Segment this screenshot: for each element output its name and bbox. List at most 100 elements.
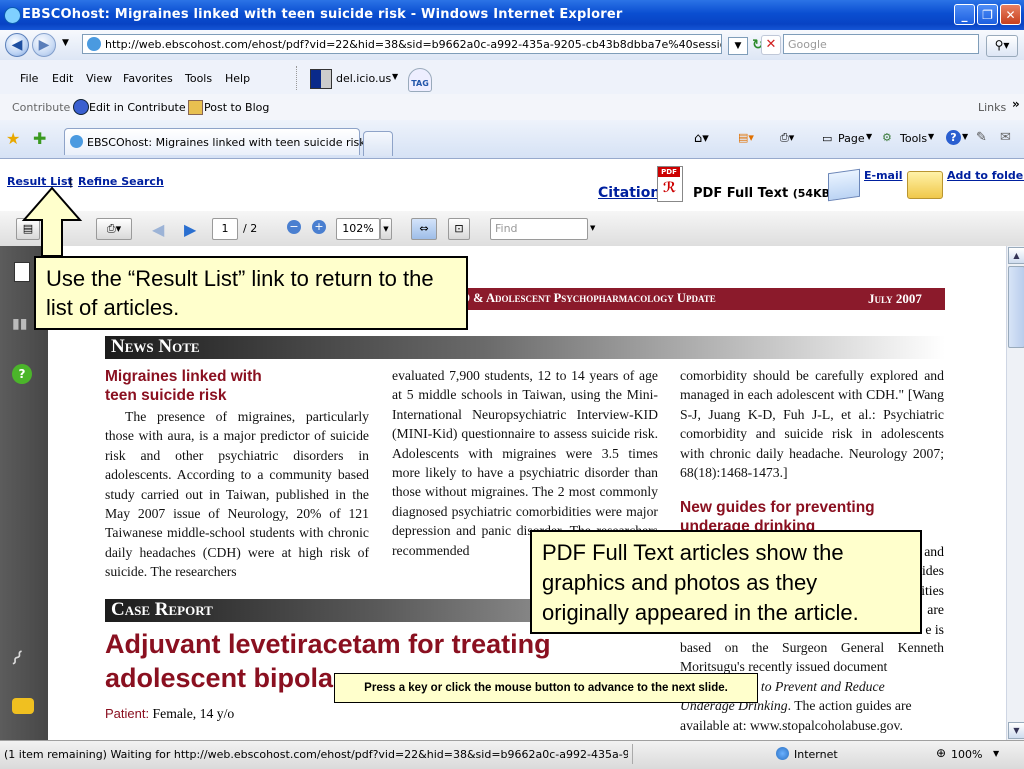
recent-pages-dropdown-icon[interactable]: ▼ <box>62 38 69 48</box>
restore-button[interactable]: ❐ <box>977 4 998 25</box>
menu-file[interactable]: File <box>20 72 38 85</box>
window-title: EBSCOhost: Migraines linked with teen su… <box>22 7 623 22</box>
stop-icon[interactable]: ✕ <box>761 35 781 55</box>
refine-search-link[interactable]: Refine Search <box>78 175 164 188</box>
address-input[interactable]: http://web.ebscohost.com/ehost/pdf?vid=2… <box>82 34 722 54</box>
contribute-toolbar: Contribute Edit in Contribute Post to Bl… <box>0 94 1024 121</box>
page-menu-button[interactable]: Page <box>838 132 865 145</box>
status-bar: (1 item remaining) Waiting for http://we… <box>0 740 1024 769</box>
favorites-star-icon[interactable]: ★ <box>6 129 20 148</box>
search-go-button[interactable]: ⚲▾ <box>986 35 1018 57</box>
attachments-icon[interactable]: ⌇ <box>6 645 28 670</box>
zoom-icon[interactable]: ⊕ <box>936 746 946 760</box>
pdf-print-icon[interactable]: ⎙▾ <box>96 218 132 240</box>
acrobat-icon: ℛ <box>663 180 677 196</box>
back-button[interactable]: ◀ <box>5 33 29 57</box>
messenger-icon[interactable]: ✉ <box>1000 130 1011 145</box>
tools-menu-button[interactable]: Tools <box>900 132 927 145</box>
contribute-label[interactable]: Contribute <box>12 101 70 114</box>
result-list-callout: Use the “Result List” link to return to … <box>34 256 468 330</box>
menu-bar: File Edit View Favorites Tools Help del.… <box>0 60 1024 95</box>
case-report-label: Case Report <box>111 599 213 620</box>
tag-button[interactable]: TAG <box>408 68 432 92</box>
feeds-icon[interactable]: ▤▾ <box>738 131 754 144</box>
menu-favorites[interactable]: Favorites <box>123 72 173 85</box>
delicious-icon <box>310 69 332 89</box>
pages-panel-icon[interactable] <box>14 262 30 282</box>
pdf-next-page-icon[interactable]: ▶ <box>184 220 196 239</box>
menu-edit[interactable]: Edit <box>52 72 73 85</box>
search-input[interactable]: Google <box>783 34 979 54</box>
menu-divider <box>296 66 298 90</box>
tab-favicon-icon <box>70 135 83 148</box>
delicious-dropdown-icon[interactable]: ▼ <box>392 72 398 81</box>
pdf-help-icon[interactable]: ? <box>12 364 32 384</box>
folder-icon[interactable] <box>907 171 943 199</box>
window-title-bar[interactable]: EBSCOhost: Migraines linked with teen su… <box>0 0 1024 30</box>
email-link[interactable]: E-mail <box>864 169 903 182</box>
address-dropdown-icon[interactable]: ▼ <box>728 37 748 55</box>
journal-title: D & Adolescent Psychopharmacology Update <box>461 291 716 305</box>
scrollbar-thumb[interactable] <box>1008 266 1024 348</box>
menu-view[interactable]: View <box>86 72 112 85</box>
delicious-button[interactable]: del.icio.us <box>336 72 391 85</box>
pdf-toolbar: ▤ ⎙▾ ◀ ▶ 1 / 2 − + 102% ▼ ⇔ ⊡ Find ▼ <box>0 211 1024 247</box>
page-dropdown-icon[interactable]: ▼ <box>866 132 872 141</box>
home-icon[interactable]: ⌂▾ <box>694 131 709 146</box>
add-favorite-icon[interactable]: ✚ <box>33 129 46 148</box>
pdf-find-dropdown-icon[interactable]: ▼ <box>590 224 595 232</box>
pdf-page-total: / 2 <box>243 222 258 235</box>
advance-slide-prompt[interactable]: Press a key or click the mouse button to… <box>334 673 758 703</box>
pdf-zoom-in-icon[interactable]: + <box>312 220 326 234</box>
new-tab-button[interactable] <box>363 131 393 156</box>
column-3-fragments: and ides ities are e is <box>921 544 944 637</box>
pdf-page-input[interactable]: 1 <box>212 218 238 240</box>
email-icon[interactable] <box>828 168 860 202</box>
article-column-1: The presence of migraines, particularly … <box>105 409 369 580</box>
pdf-find-input[interactable]: Find <box>490 218 588 240</box>
page-menu-icon: ▭ <box>822 132 833 145</box>
page-favicon-icon <box>87 37 101 51</box>
help-icon[interactable]: ? <box>946 130 961 145</box>
headline-migraines: Migraines linked with teen suicide risk <box>105 368 262 404</box>
forward-button[interactable]: ▶ <box>32 33 56 57</box>
zoom-dropdown-icon[interactable]: ▼ <box>993 749 999 758</box>
scroll-up-icon[interactable]: ▲ <box>1008 247 1024 264</box>
links-chevron-icon[interactable]: » <box>1012 97 1020 111</box>
pdf-zoom-select[interactable]: 102% <box>336 218 380 240</box>
bookmarks-panel-icon[interactable]: ▮▮ <box>12 316 27 332</box>
tools-dropdown-icon[interactable]: ▼ <box>928 132 934 141</box>
add-to-folder-link[interactable]: Add to folder <box>947 169 1024 182</box>
citation-link[interactable]: Citation <box>598 185 660 201</box>
help-dropdown-icon[interactable]: ▼ <box>962 132 968 141</box>
page-header: Result List | Refine Search Citation PDF… <box>0 159 1024 212</box>
post-to-blog-button[interactable]: Post to Blog <box>204 101 269 114</box>
edit-in-contribute-button[interactable]: Edit in Contribute <box>89 101 186 114</box>
pdf-fit-page-icon[interactable]: ⊡ <box>448 218 470 240</box>
pdf-zoom-out-icon[interactable]: − <box>287 220 301 234</box>
comments-icon[interactable] <box>12 698 34 714</box>
pdf-zoom-dropdown-icon[interactable]: ▼ <box>380 218 392 240</box>
pdf-icon[interactable]: PDF ℛ <box>657 166 683 202</box>
print-icon[interactable]: ⎙▾ <box>780 131 794 145</box>
pdf-icon-label: PDF <box>658 167 680 177</box>
status-divider <box>632 744 633 764</box>
vertical-scrollbar[interactable]: ▲ ▼ <box>1006 246 1024 740</box>
callout-up-arrow-icon <box>21 186 83 257</box>
url-text: http://web.ebscohost.com/ehost/pdf?vid=2… <box>105 38 722 51</box>
minimize-button[interactable]: _ <box>954 4 975 25</box>
menu-tools[interactable]: Tools <box>185 72 212 85</box>
tab-active[interactable]: EBSCOhost: Migraines linked with teen su… <box>64 128 366 155</box>
research-icon[interactable]: ✎ <box>976 130 987 145</box>
pdf-full-text-label: PDF Full Text (54KB) <box>693 186 836 201</box>
news-note-bar: News Note <box>105 336 945 359</box>
zoom-level[interactable]: 100% <box>951 748 982 761</box>
scroll-down-icon[interactable]: ▼ <box>1008 722 1024 739</box>
post-blog-icon <box>188 100 203 115</box>
close-button[interactable]: ✕ <box>1000 4 1021 25</box>
pdf-prev-page-icon[interactable]: ◀ <box>152 220 164 239</box>
menu-help[interactable]: Help <box>225 72 250 85</box>
pdf-fit-width-icon[interactable]: ⇔ <box>411 218 437 240</box>
pdf-full-text-callout: PDF Full Text articles show the graphics… <box>530 530 922 634</box>
links-button[interactable]: Links <box>978 101 1006 114</box>
